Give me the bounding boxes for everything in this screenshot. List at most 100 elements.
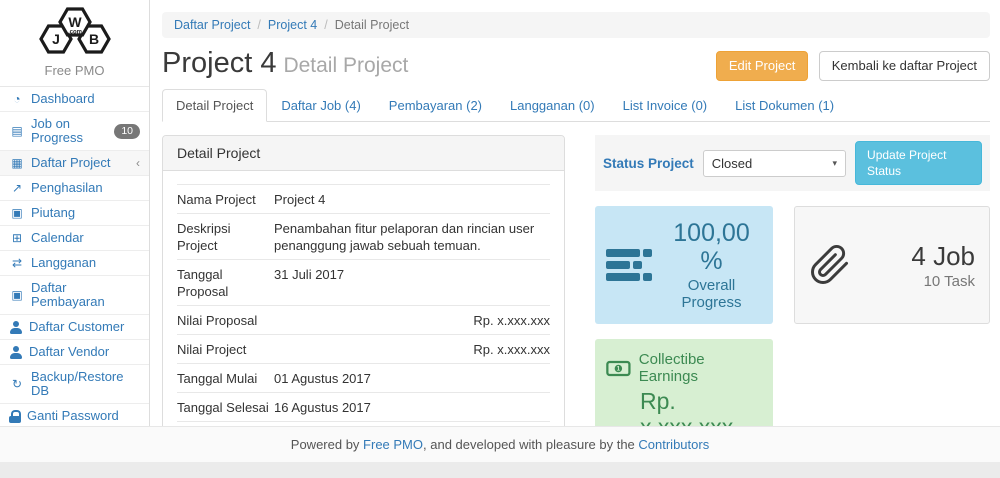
sidebar-item-label: Job on Progress [31, 117, 108, 145]
table-row: Tanggal Mulai 01 Agustus 2017 [177, 364, 550, 393]
panel-title: Detail Project [163, 136, 564, 171]
svg-text:1: 1 [617, 365, 621, 372]
sidebar-item-penghasilan[interactable]: ↗ Penghasilan [0, 176, 149, 201]
sidebar-item-label: Dashboard [31, 92, 95, 106]
sidebar-item-calendar[interactable]: ⊞ Calendar [0, 226, 149, 251]
sidebar-item-label: Daftar Customer [29, 320, 124, 334]
tab-list-dokumen[interactable]: List Dokumen (1) [721, 89, 848, 122]
tab-detail-project[interactable]: Detail Project [162, 89, 267, 122]
sidebar-item-daftar-customer[interactable]: Daftar Customer [0, 315, 149, 340]
sidebar-item-label: Calendar [31, 231, 84, 245]
money-icon: ▣ [9, 206, 25, 220]
sidebar-item-daftar-pembayaran[interactable]: ▣ Daftar Pembayaran [0, 276, 149, 315]
contributors-link[interactable]: Contributors [638, 437, 709, 452]
job-count-badge: 10 [114, 124, 140, 139]
table-row: Tanggal Proposal 31 Juli 2017 [177, 260, 550, 306]
sidebar-item-label: Daftar Pembayaran [31, 281, 140, 309]
svg-text:W: W [68, 14, 82, 30]
page-title: Project 4 [162, 47, 276, 79]
job-count-value: 4 Job [911, 241, 975, 271]
detail-project-panel: Detail Project Nama Project Project 4 De… [162, 135, 565, 426]
tab-langganan[interactable]: Langganan (0) [496, 89, 609, 122]
sidebar-item-label: Daftar Project [31, 156, 110, 170]
breadcrumb-daftar-project[interactable]: Daftar Project [174, 18, 250, 32]
refresh-icon: ↻ [9, 377, 25, 391]
status-project-label: Status Project [603, 156, 694, 171]
logo-link[interactable]: J B W .com Free PMO [0, 0, 149, 86]
sidebar-item-daftar-vendor[interactable]: Daftar Vendor [0, 340, 149, 365]
brand-name: Free PMO [0, 63, 149, 78]
money-icon: 1 [606, 360, 631, 377]
overall-progress-box: 100,00 % Overall Progress [595, 206, 773, 324]
lock-icon [9, 410, 21, 423]
chevron-left-icon: ‹ [136, 156, 140, 170]
dashboard-icon: ◔ [9, 92, 25, 106]
paperclip-icon [809, 244, 851, 286]
status-select[interactable]: Closed ▾ [703, 150, 846, 177]
table-row: Nama Project Project 4 [177, 185, 550, 214]
sidebar-item-label: Daftar Vendor [29, 345, 109, 359]
free-pmo-link[interactable]: Free PMO [363, 437, 423, 452]
free-pmo-app: J B W .com Free PMO ◔ Dashboard ▤ Job on… [0, 0, 1000, 478]
table-row: Tanggal Selesai 16 Agustus 2017 [177, 393, 550, 422]
breadcrumb-project-4[interactable]: Project 4 [268, 18, 317, 32]
project-tabs: Detail Project Daftar Job (4) Pembayaran… [162, 89, 990, 122]
jobs-box: 4 Job 10 Task [794, 206, 990, 324]
breadcrumb-separator: / [255, 18, 262, 32]
collectible-earnings-box: 1 Collectibe Earnings Rp. x.xxx.xxx [595, 339, 773, 426]
retweet-icon: ⇄ [9, 256, 25, 270]
earnings-value: Rp. x.xxx.xxx [640, 388, 762, 426]
breadcrumb-current: Detail Project [335, 18, 409, 32]
sidebar-item-label: Penghasilan [31, 181, 103, 195]
line-chart-icon: ↗ [9, 181, 25, 195]
table-row: Deskripsi Project Penambahan fitur pelap… [177, 214, 550, 260]
status-project-form: Status Project Closed ▾ Update Project S… [595, 135, 990, 191]
page-subtitle: Detail Project [283, 54, 408, 77]
task-count-caption: 10 Task [911, 273, 975, 290]
sidebar-item-label: Backup/Restore DB [31, 370, 140, 398]
table-icon: ▦ [9, 156, 25, 170]
footer: Powered by Free PMO, and developed with … [0, 426, 1000, 462]
sidebar-item-langganan[interactable]: ⇄ Langganan [0, 251, 149, 276]
sidebar-item-label: Ganti Password [27, 409, 119, 423]
overall-progress-caption: Overall Progress [661, 277, 762, 311]
sidebar-item-label: Langganan [31, 256, 96, 270]
detail-table: Nama Project Project 4 Deskripsi Project… [177, 184, 550, 426]
tab-daftar-job[interactable]: Daftar Job (4) [267, 89, 374, 122]
main-content: Daftar Project / Project 4 / Detail Proj… [150, 0, 1000, 426]
footer-text: , and developed with pleasure by the [423, 437, 638, 452]
table-row: Nilai Project Rp. x.xxx.xxx [177, 335, 550, 364]
back-to-project-list-button[interactable]: Kembali ke daftar Project [819, 51, 990, 81]
tab-pembayaran[interactable]: Pembayaran (2) [375, 89, 496, 122]
footer-text: Powered by [291, 437, 363, 452]
svg-text:.com: .com [67, 30, 81, 36]
tab-list-invoice[interactable]: List Invoice (0) [609, 89, 722, 122]
earnings-title: Collectibe Earnings [639, 351, 762, 385]
sidebar-item-label: Piutang [31, 206, 75, 220]
edit-project-button[interactable]: Edit Project [716, 51, 808, 81]
sidebar-item-job-on-progress[interactable]: ▤ Job on Progress 10 [0, 112, 149, 151]
sidebar-item-piutang[interactable]: ▣ Piutang [0, 201, 149, 226]
breadcrumb-separator: / [322, 18, 329, 32]
sidebar-menu: ◔ Dashboard ▤ Job on Progress 10 ▦ Dafta… [0, 86, 149, 453]
tasks-icon [606, 245, 652, 285]
jwb-logo-icon: J B W .com [32, 6, 118, 56]
sidebar-item-dashboard[interactable]: ◔ Dashboard [0, 87, 149, 112]
sidebar: J B W .com Free PMO ◔ Dashboard ▤ Job on… [0, 0, 150, 426]
svg-text:J: J [52, 31, 60, 47]
tasks-icon: ▤ [9, 124, 25, 138]
sidebar-item-daftar-project[interactable]: ▦ Daftar Project ‹ [0, 151, 149, 176]
breadcrumb: Daftar Project / Project 4 / Detail Proj… [162, 12, 990, 38]
sidebar-item-backup-restore-db[interactable]: ↻ Backup/Restore DB [0, 365, 149, 404]
overall-progress-value: 100,00 % [661, 219, 762, 275]
svg-text:B: B [88, 31, 98, 47]
users-icon [9, 346, 23, 359]
page-title-group: Project 4 Detail Project [162, 47, 408, 79]
table-row: Nilai Proposal Rp. x.xxx.xxx [177, 306, 550, 335]
update-project-status-button[interactable]: Update Project Status [855, 141, 982, 185]
page-bottom-background [0, 462, 1000, 478]
caret-down-icon: ▾ [833, 158, 838, 169]
calendar-icon: ⊞ [9, 231, 25, 245]
money-icon: ▣ [9, 288, 25, 302]
users-icon [9, 321, 23, 334]
